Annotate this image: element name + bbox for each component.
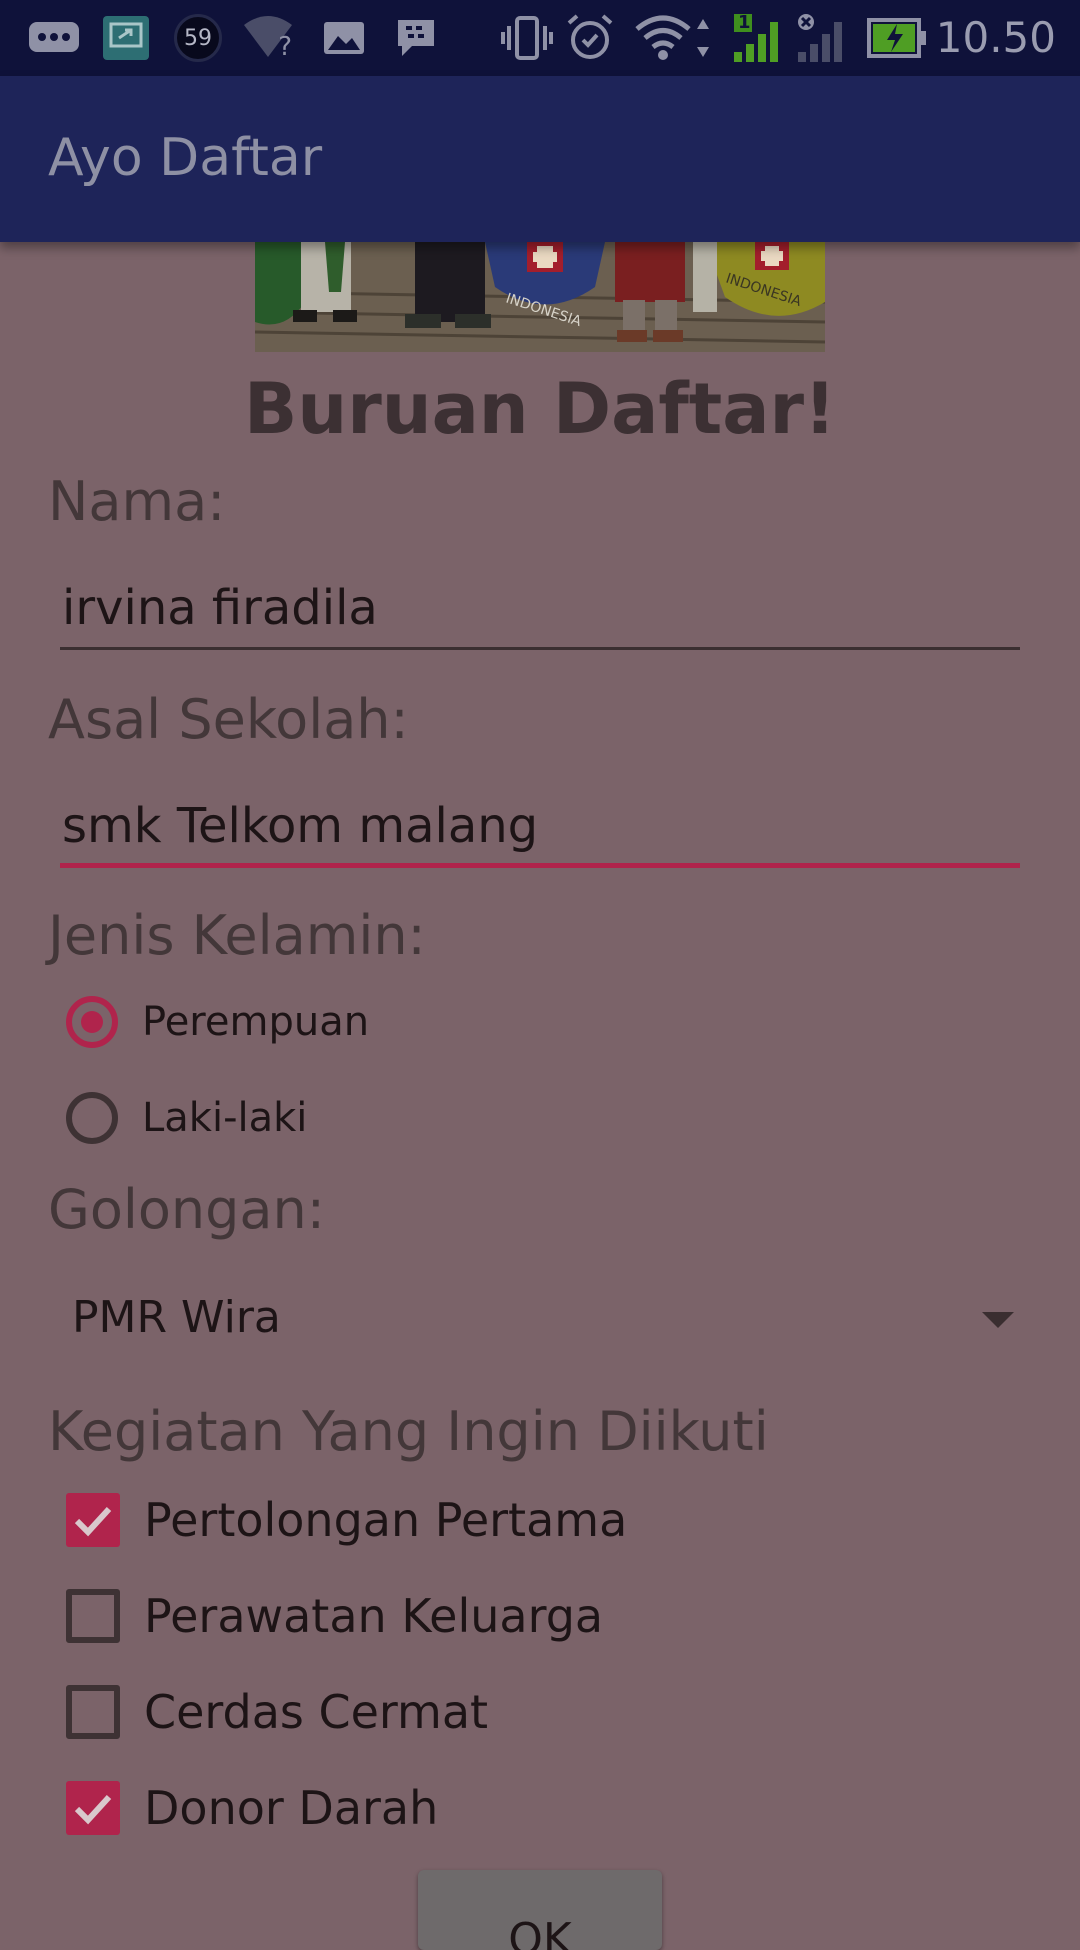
banner-image: INDONESIA INDONESIA [255,242,825,352]
checkbox-cerdas-cermat[interactable]: Cerdas Cermat [64,1672,488,1752]
name-field[interactable]: irvina firadila [60,570,1020,650]
radio-laki-laki[interactable]: Laki-laki [64,1078,307,1158]
checkbox-pertolongan-pertama[interactable]: Pertolongan Pertama [64,1480,627,1560]
name-label: Nama: [48,470,226,533]
checkbox-label: Pertolongan Pertama [144,1493,628,1547]
status-clock: 10.50 [935,13,1056,62]
status-bar: 59 ? 1 10.50 [0,0,1080,76]
app-title: Ayo Daftar [48,128,323,188]
checkbox-checked[interactable] [66,1781,120,1835]
school-label: Asal Sekolah: [48,688,409,751]
message-icon [26,12,82,64]
app-bar: Ayo Daftar [0,76,1080,242]
group-label: Golongan: [48,1178,325,1241]
vibrate-icon [498,12,556,64]
signal-sim1-icon: 1 [730,12,786,64]
bbm-icon [392,12,440,64]
group-dropdown-value: PMR Wira [72,1292,281,1343]
name-field-value: irvina firadila [62,580,378,636]
radio-button-unselected[interactable] [66,1092,118,1144]
checkbox-unchecked[interactable] [66,1685,120,1739]
checkbox-label: Donor Darah [144,1781,439,1835]
checkbox-label: Cerdas Cermat [144,1685,489,1739]
group-dropdown[interactable]: PMR Wira [72,1282,1022,1362]
school-field-value: smk Telkom malang [62,798,539,854]
sim-number: 1 [738,12,751,33]
wifi-icon [632,12,714,64]
screen-mirror-icon [100,12,152,64]
radio-label-laki-laki: Laki-laki [142,1095,308,1141]
activities-label: Kegiatan Yang Ingin Diikuti [48,1400,769,1463]
checkbox-unchecked[interactable] [66,1589,120,1643]
alarm-icon [564,12,616,64]
form-heading: Buruan Daftar! [244,368,836,450]
wifi-unknown-mark: ? [278,32,292,62]
notification-count: 59 [174,14,222,62]
checkbox-checked[interactable] [66,1493,120,1547]
checkbox-donor-darah[interactable]: Donor Darah [64,1768,438,1848]
gallery-icon [320,12,368,64]
radio-perempuan[interactable]: Perempuan [64,982,369,1062]
radio-button-selected[interactable] [66,996,118,1048]
notification-count-badge: 59 [172,12,224,64]
gender-label: Jenis Kelamin: [48,904,426,967]
radio-label-perempuan: Perempuan [142,999,370,1045]
school-field-underline [60,863,1020,868]
battery-charging-icon [866,12,928,64]
name-field-underline [60,647,1020,650]
wifi-unknown-icon: ? [240,12,296,64]
checkbox-perawatan-keluarga[interactable]: Perawatan Keluarga [64,1576,603,1656]
school-field[interactable]: smk Telkom malang [60,788,1020,868]
signal-sim2-icon [794,12,850,64]
ok-button[interactable]: OK [418,1870,662,1950]
checkbox-label: Perawatan Keluarga [144,1589,604,1643]
dropdown-arrow-icon [982,1312,1014,1328]
